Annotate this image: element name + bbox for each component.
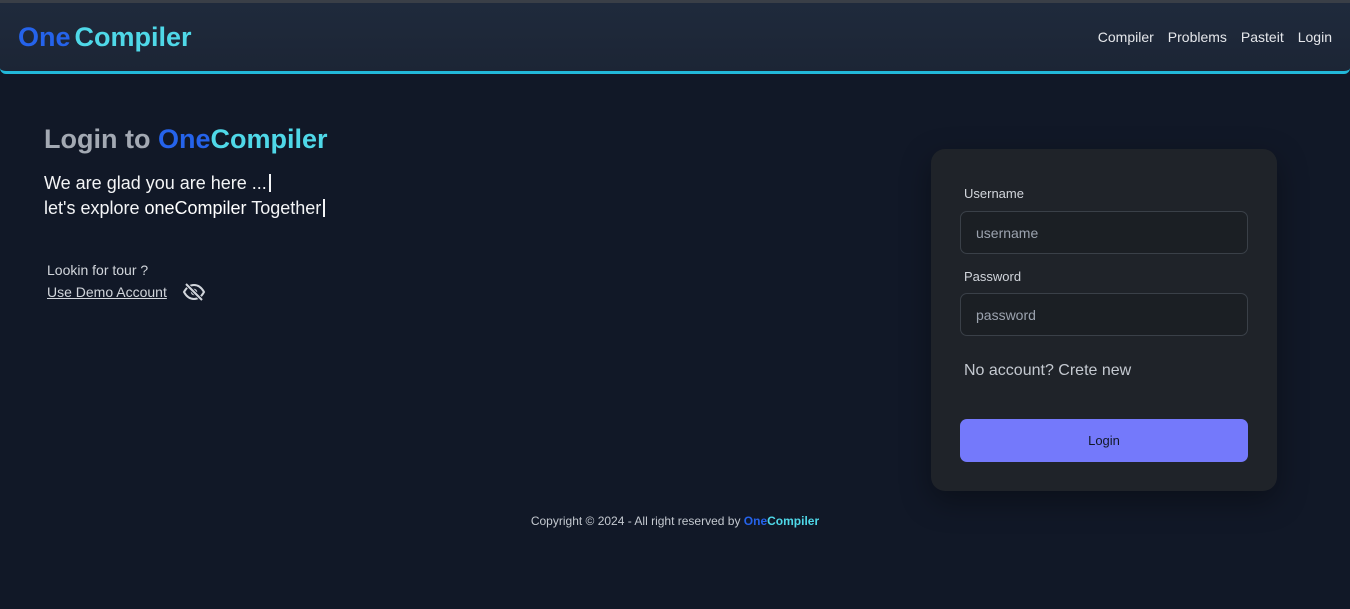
- footer-brand-one: One: [743, 514, 768, 528]
- hero: Login to OneCompiler We are glad you are…: [44, 121, 328, 221]
- welcome-line-1-text: We are glad you are here ...: [44, 173, 267, 193]
- welcome-line-2: let's explore oneCompiler Together: [44, 196, 328, 221]
- welcome-text: We are glad you are here ... let's explo…: [44, 171, 328, 221]
- page-title: Login to OneCompiler: [44, 121, 328, 157]
- create-account-link[interactable]: No account? Crete new: [964, 362, 1131, 380]
- login-card: Username Password No account? Crete new …: [931, 149, 1277, 491]
- nav-links: Compiler Problems Pasteit Login: [1098, 29, 1332, 45]
- title-compiler: Compiler: [210, 124, 328, 154]
- brand-logo[interactable]: One Compiler: [18, 22, 192, 53]
- brand-one: One: [18, 21, 71, 52]
- welcome-line-2-brand: oneCompiler: [144, 198, 247, 218]
- login-button[interactable]: Login: [960, 419, 1248, 462]
- welcome-line-1: We are glad you are here ...: [44, 171, 328, 196]
- typing-cursor: [323, 199, 326, 217]
- brand-compiler: Compiler: [74, 21, 192, 52]
- title-one: One: [157, 124, 211, 154]
- tour-question: Lookin for tour ?: [47, 262, 149, 278]
- welcome-line-2-suffix: Together: [246, 198, 322, 218]
- title-prefix: Login to: [44, 124, 158, 154]
- navbar: One Compiler Compiler Problems Pasteit L…: [0, 3, 1350, 74]
- welcome-line-2-prefix: let's explore: [44, 198, 145, 218]
- nav-link-compiler[interactable]: Compiler: [1098, 29, 1154, 45]
- username-label: Username: [964, 186, 1024, 201]
- eye-slash-icon[interactable]: [182, 282, 206, 302]
- tour-section: Lookin for tour ? Use Demo Account: [47, 259, 206, 303]
- username-input[interactable]: [960, 211, 1248, 254]
- footer-brand-compiler: Compiler: [767, 514, 820, 528]
- nav-link-pasteit[interactable]: Pasteit: [1241, 29, 1284, 45]
- footer: Copyright © 2024 - All right reserved by…: [0, 514, 1350, 528]
- nav-link-login[interactable]: Login: [1298, 29, 1332, 45]
- password-input[interactable]: [960, 293, 1248, 336]
- nav-link-problems[interactable]: Problems: [1168, 29, 1227, 45]
- copyright-text: Copyright © 2024 - All right reserved by: [530, 514, 744, 528]
- typing-cursor: [268, 174, 271, 192]
- password-label: Password: [964, 269, 1022, 284]
- use-demo-account-link[interactable]: Use Demo Account: [47, 281, 167, 303]
